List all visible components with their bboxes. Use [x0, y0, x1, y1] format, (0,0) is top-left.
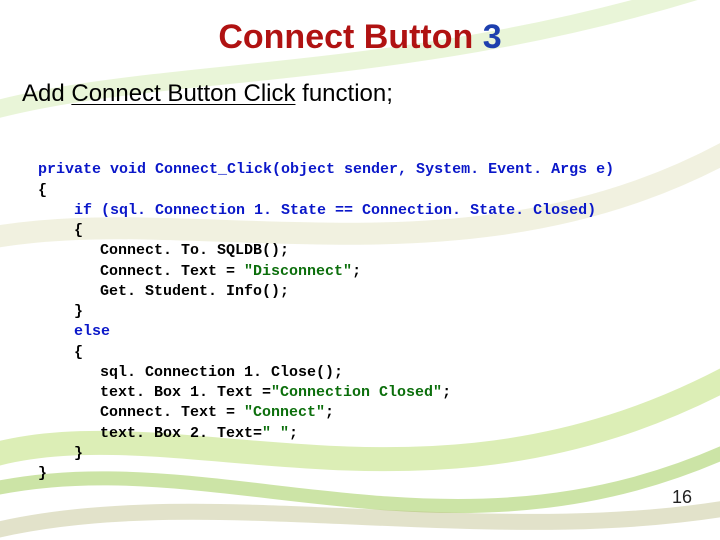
subtitle-underlined: Connect Button Click: [71, 80, 295, 107]
code-string: "Connection Closed": [271, 384, 442, 401]
code-line: Connect. Text =: [100, 404, 244, 421]
code-line: {: [38, 343, 83, 363]
code-punct: ;: [325, 404, 334, 421]
code-line: sql. Connection 1. Close();: [38, 363, 343, 383]
slide-subtitle: Add Connect Button Click function;: [22, 80, 393, 108]
code-line: text. Box 1. Text =: [100, 384, 271, 401]
code-line: private void Connect_Click(object sender…: [38, 161, 614, 178]
code-line: {: [38, 221, 83, 241]
page-number: 16: [672, 487, 692, 508]
code-block: private void Connect_Click(object sender…: [38, 140, 614, 484]
code-line: if (sql. Connection 1. State == Connecti…: [74, 202, 596, 219]
subtitle-suffix: function;: [302, 80, 393, 107]
code-line: Connect. Text =: [100, 263, 244, 280]
code-string: "Connect": [244, 404, 325, 421]
code-line: Get. Student. Info();: [38, 282, 289, 302]
code-line: }: [38, 444, 83, 464]
subtitle-prefix: Add: [22, 80, 65, 107]
code-line: }: [38, 465, 47, 482]
code-line: else: [74, 323, 110, 340]
code-punct: ;: [289, 425, 298, 442]
title-number: 3: [483, 18, 502, 56]
code-line: text. Box 2. Text=: [100, 425, 262, 442]
slide-title: Connect Button 3: [0, 18, 720, 57]
title-main: Connect Button: [218, 18, 473, 56]
code-string: " ": [262, 425, 289, 442]
code-line: Connect. To. SQLDB();: [38, 241, 289, 261]
code-line: }: [38, 302, 83, 322]
code-string: "Disconnect": [244, 263, 352, 280]
slide: Connect Button 3 Add Connect Button Clic…: [0, 0, 720, 540]
code-punct: ;: [442, 384, 451, 401]
code-punct: ;: [352, 263, 361, 280]
code-line: {: [38, 182, 47, 199]
